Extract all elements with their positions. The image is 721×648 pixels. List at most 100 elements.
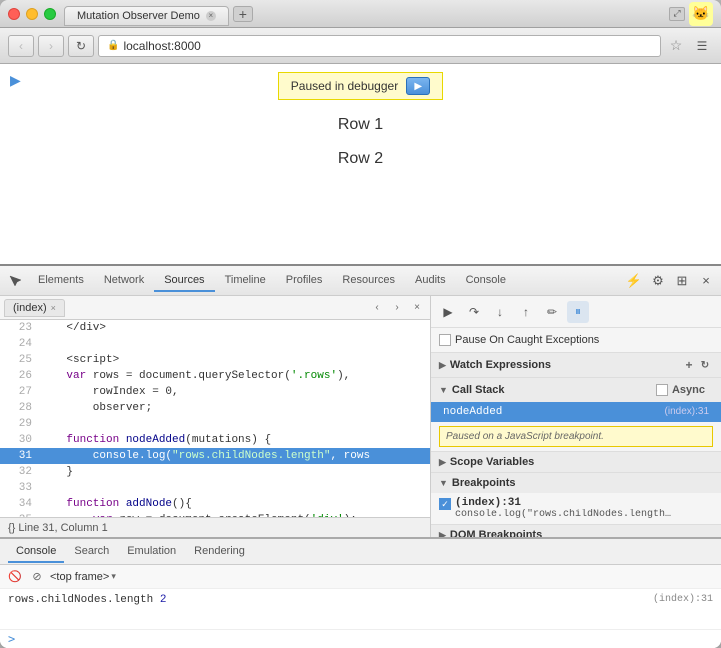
nav-bar: ‹ › ↻ 🔒 localhost:8000 ☆ ☰ <box>0 28 721 64</box>
breakpoints-header[interactable]: ▼ Breakpoints <box>431 473 721 493</box>
devtools-tabs: Elements Network Sources Timeline Profil… <box>28 270 621 292</box>
tab-network[interactable]: Network <box>94 270 154 292</box>
source-status-bar: {} Line 31, Column 1 <box>0 517 430 537</box>
call-stack-header[interactable]: ▼ Call Stack Async <box>431 378 721 402</box>
window-controls: ⤢ 🐱 <box>669 2 713 26</box>
source-tab-close[interactable]: × <box>51 303 56 313</box>
call-stack-label: Call Stack <box>452 384 505 396</box>
minimize-button[interactable] <box>26 8 38 20</box>
watch-expressions-header[interactable]: ▶ Watch Expressions + ↻ <box>431 353 721 377</box>
page-content: ▶ Paused in debugger ▶ Row 1 Row 2 <box>0 64 721 648</box>
step-into-button[interactable]: ↓ <box>489 301 511 323</box>
menu-button[interactable]: ☰ <box>691 35 713 57</box>
address-bar[interactable]: 🔒 localhost:8000 <box>98 35 661 57</box>
console-tab-emulation[interactable]: Emulation <box>119 541 184 563</box>
tab-audits[interactable]: Audits <box>405 270 456 292</box>
browser-tab[interactable]: Mutation Observer Demo × <box>64 6 229 26</box>
code-line-31: 31 console.log("rows.childNodes.length",… <box>0 448 430 464</box>
source-right-arrow[interactable]: › <box>388 299 406 317</box>
maximize-button[interactable] <box>44 8 56 20</box>
devtools-settings-button[interactable]: ⚙ <box>647 270 669 292</box>
pause-exceptions-checkbox[interactable] <box>439 334 451 346</box>
dom-breakpoints-header[interactable]: ▶ DOM Breakpoints <box>431 525 721 537</box>
watch-arrow-icon: ▶ <box>439 360 446 371</box>
devtools-close-button[interactable]: × <box>695 270 717 292</box>
scope-variables-label: Scope Variables <box>450 456 534 468</box>
resume-icon: ▶ <box>414 81 422 92</box>
close-button[interactable] <box>8 8 20 20</box>
console-tab-rendering[interactable]: Rendering <box>186 541 253 563</box>
breakpoint-content: (index):31 console.log("rows.childNodes.… <box>455 497 675 520</box>
source-left-arrow[interactable]: ‹ <box>368 299 386 317</box>
devtools-dock-button[interactable]: ⊞ <box>671 270 693 292</box>
call-stack-section: ▼ Call Stack Async nodeAdded (index):31 … <box>431 378 721 452</box>
dom-breakpoints-label: DOM Breakpoints <box>450 529 542 537</box>
new-tab-button[interactable]: + <box>233 6 253 22</box>
resume-execution-button[interactable]: ▶ <box>437 301 459 323</box>
add-watch-button[interactable]: + <box>681 357 697 373</box>
pause-exceptions-row: Pause On Caught Exceptions <box>431 328 721 353</box>
source-file-tab[interactable]: (index) × <box>4 299 65 317</box>
frame-text: <top frame> <box>50 571 109 583</box>
tab-profiles[interactable]: Profiles <box>276 270 333 292</box>
tab-timeline[interactable]: Timeline <box>215 270 276 292</box>
restore-button[interactable]: ⤢ <box>669 7 685 21</box>
tab-resources[interactable]: Resources <box>332 270 405 292</box>
clear-console-button[interactable]: 🚫 <box>6 568 24 586</box>
refresh-watch-button[interactable]: ↻ <box>697 357 713 373</box>
status-text: {} Line 31, Column 1 <box>8 522 108 534</box>
bookmark-button[interactable]: ☆ <box>665 35 687 57</box>
frame-selector[interactable]: <top frame> ▾ <box>50 571 116 583</box>
source-tab-right-controls: ‹ › × <box>368 299 426 317</box>
async-checkbox[interactable] <box>656 384 668 396</box>
filter-console-button[interactable]: ⊘ <box>28 568 46 586</box>
back-icon: ‹ <box>19 39 23 53</box>
console-prompt: > <box>8 632 15 646</box>
console-tabs: Console Search Emulation Rendering <box>0 539 721 565</box>
resume-button[interactable]: ▶ <box>406 77 430 95</box>
pause-exceptions-label: Pause On Caught Exceptions <box>455 334 599 346</box>
source-tab-bar: (index) × ‹ › × <box>0 296 430 320</box>
step-over-button[interactable]: ↷ <box>463 301 485 323</box>
inspect-element-button[interactable] <box>4 270 26 292</box>
code-line-32: 32 } <box>0 464 430 480</box>
tab-sources[interactable]: Sources <box>154 270 214 292</box>
call-stack-item-nodeadded[interactable]: nodeAdded (index):31 <box>431 402 721 422</box>
paused-note: Paused on a JavaScript breakpoint. <box>439 426 713 447</box>
devtools-toolbar: Elements Network Sources Timeline Profil… <box>0 266 721 296</box>
source-panel: (index) × ‹ › × 23 </div> <box>0 296 721 537</box>
console-tab-console[interactable]: Console <box>8 541 64 563</box>
pause-button[interactable]: ⏸ <box>567 301 589 323</box>
console-output: rows.childNodes.length 2 (index):31 <box>0 589 721 629</box>
code-line-33: 33 <box>0 480 430 496</box>
tab-elements[interactable]: Elements <box>28 270 94 292</box>
step-out-button[interactable]: ↑ <box>515 301 537 323</box>
debug-toolbar: ▶ ↷ ↓ ↑ ✏ ⏸ <box>431 296 721 328</box>
back-button[interactable]: ‹ <box>8 35 34 57</box>
play-indicator: ▶ <box>10 72 21 89</box>
devtools-stack-icon[interactable]: ⚡ <box>623 270 645 292</box>
devtools-right-buttons: ⚡ ⚙ ⊞ × <box>623 270 717 292</box>
watch-expressions-label: Watch Expressions <box>450 359 551 371</box>
scope-variables-header[interactable]: ▶ Scope Variables <box>431 452 721 472</box>
code-area[interactable]: 23 </div> 24 25 <script> 26 <box>0 320 430 517</box>
row-1-label: Row 1 <box>338 116 383 134</box>
scope-variables-section: ▶ Scope Variables <box>431 452 721 473</box>
tab-console[interactable]: Console <box>456 270 516 292</box>
deactivate-breakpoints-button[interactable]: ✏ <box>541 301 563 323</box>
async-checkbox-row: Async <box>648 382 713 398</box>
cat-icon: 🐱 <box>689 2 713 26</box>
tab-close-button[interactable]: × <box>206 11 216 21</box>
url-text: localhost:8000 <box>123 39 200 53</box>
console-source-ref[interactable]: (index):31 <box>653 594 713 606</box>
source-close-x[interactable]: × <box>408 299 426 317</box>
forward-button[interactable]: › <box>38 35 64 57</box>
console-input[interactable] <box>19 633 713 645</box>
watch-expressions-section: ▶ Watch Expressions + ↻ <box>431 353 721 378</box>
reload-button[interactable]: ↻ <box>68 35 94 57</box>
breakpoint-checkbox[interactable]: ✓ <box>439 498 451 510</box>
traffic-lights <box>8 8 56 20</box>
breakpoint-code: console.log("rows.childNodes.length", r.… <box>455 509 675 520</box>
breakpoint-file: (index):31 <box>455 497 675 509</box>
console-tab-search[interactable]: Search <box>66 541 117 563</box>
